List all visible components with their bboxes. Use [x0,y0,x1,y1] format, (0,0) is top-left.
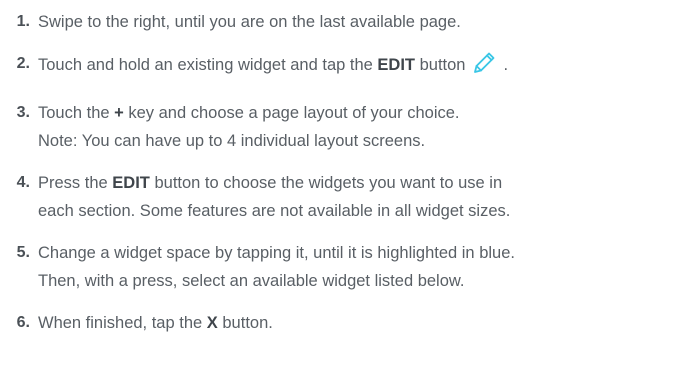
step-text-after: key and choose a page layout of your cho… [123,104,460,122]
step-text: When finished, tap the X button. [38,309,682,337]
instructions-page: 1. Swipe to the right, until you are on … [0,0,682,386]
step-text: Press the EDIT button to choose the widg… [38,169,682,225]
step-line: Swipe to the right, until you are on the… [38,13,461,31]
step-line: Then, with a press, select an available … [38,272,465,290]
step-text-after: button to choose the widgets you want to… [149,174,503,192]
edit-keyword: EDIT [377,56,416,74]
step-1: 1. Swipe to the right, until you are on … [0,8,682,36]
step-trail: . [503,56,509,74]
plus-keyword: + [114,104,124,122]
step-text: Swipe to the right, until you are on the… [38,8,682,36]
step-6: 6. When finished, tap the X button. [0,309,682,337]
step-text-before: When finished, tap the [38,314,207,332]
step-number: 3. [16,104,30,121]
step-line: Touch the + key and choose a page layout… [38,99,658,127]
step-text-before: Touch and hold an existing widget and ta… [38,56,378,74]
step-number: 5. [16,244,30,261]
step-text-before: Touch the [38,104,115,122]
edit-keyword: EDIT [112,174,150,192]
step-line: each section. Some features are not avai… [38,202,511,220]
step-text: Touch the + key and choose a page layout… [38,99,682,155]
step-note-line: Note: You can have up to 4 individual la… [38,132,426,150]
step-text-after: button. [217,314,273,332]
step-5: 5. Change a widget space by tapping it, … [0,239,682,295]
step-line: When finished, tap the X button. [38,309,658,337]
step-number: 2. [16,55,30,72]
pencil-icon [471,50,497,85]
step-text: Change a widget space by tapping it, unt… [38,239,682,295]
step-3: 3. Touch the + key and choose a page lay… [0,99,682,155]
step-number: 1. [16,13,30,30]
steps-list: 1. Swipe to the right, until you are on … [0,8,682,337]
step-number: 4. [16,174,30,191]
x-keyword: X [206,314,218,332]
step-2: 2. Touch and hold an existing widget and… [0,50,682,85]
step-line: Touch and hold an existing widget and ta… [38,50,658,85]
step-number: 6. [16,314,30,331]
step-4: 4. Press the EDIT button to choose the w… [0,169,682,225]
step-line: Change a widget space by tapping it, unt… [38,244,515,262]
step-line: Press the EDIT button to choose the widg… [38,169,658,197]
step-text-before: Press the [38,174,113,192]
step-text-after: button [415,56,466,74]
step-text: Touch and hold an existing widget and ta… [38,50,682,85]
